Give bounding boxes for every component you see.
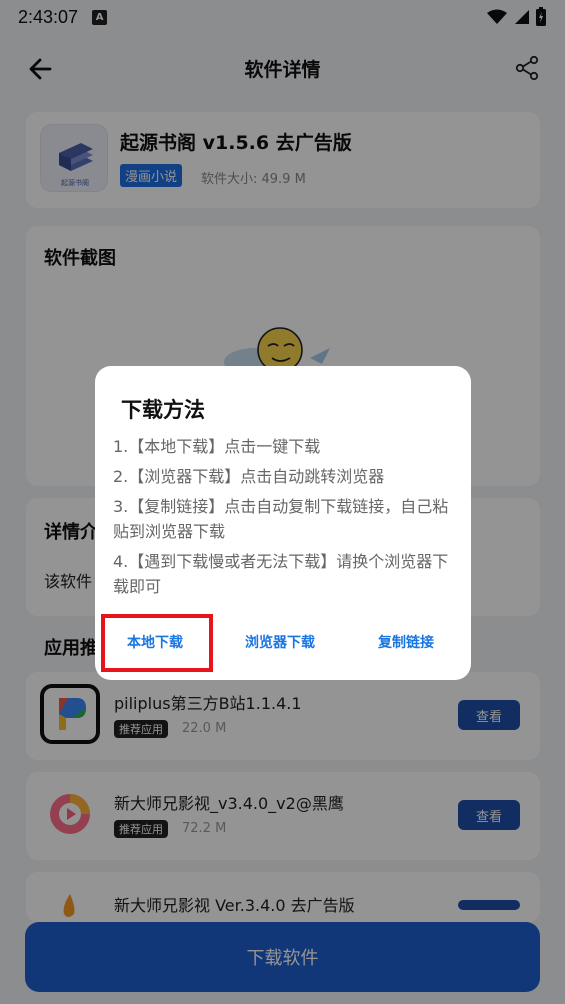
dialog-title: 下载方法	[121, 398, 205, 422]
copy-link-button[interactable]: 复制链接	[378, 632, 434, 652]
instruction-line: 2.【浏览器下载】点击自动跳转浏览器	[113, 467, 385, 486]
highlight-box	[101, 614, 213, 672]
instruction-line: 4.【遇到下载慢或者无法下载】请换个浏览器下载即可	[113, 552, 449, 596]
instruction-line: 3.【复制链接】点击自动复制下载链接，自己粘贴到浏览器下载	[113, 497, 449, 541]
dialog-instructions: 1.【本地下载】点击一键下载 2.【浏览器下载】点击自动跳转浏览器 3.【复制链…	[113, 434, 453, 604]
browser-download-button[interactable]: 浏览器下载	[245, 632, 315, 652]
instruction-line: 1.【本地下载】点击一键下载	[113, 437, 321, 456]
